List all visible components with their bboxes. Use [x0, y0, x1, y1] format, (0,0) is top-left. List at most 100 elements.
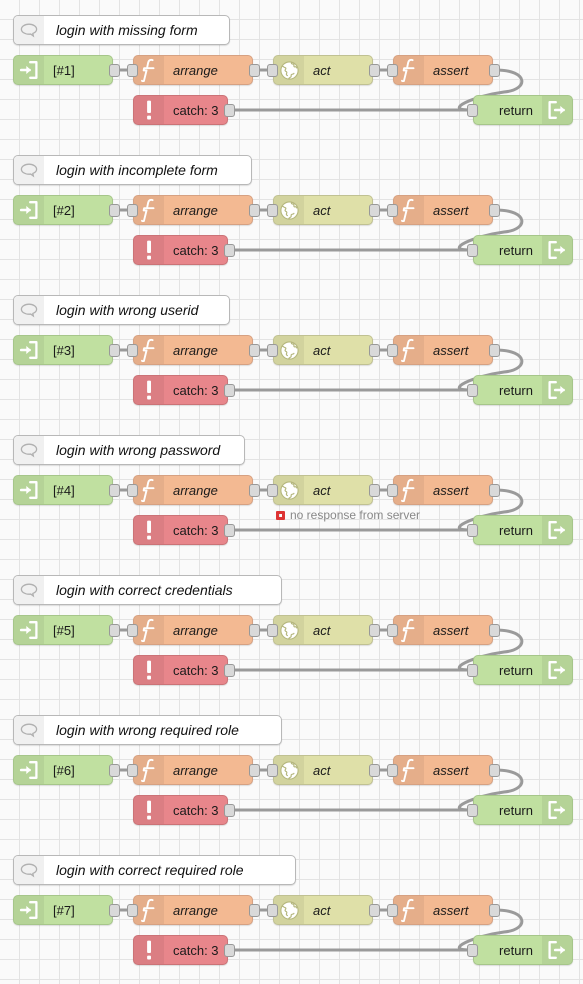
act-input-port-5[interactable] [267, 624, 278, 637]
inject-output-port-2[interactable] [109, 204, 120, 217]
comment-node-2[interactable]: login with incomplete form [13, 155, 252, 185]
act-output-port-1[interactable] [369, 64, 380, 77]
act-input-port-4[interactable] [267, 484, 278, 497]
arrange-output-port-5[interactable] [249, 624, 260, 637]
inject-output-port-3[interactable] [109, 344, 120, 357]
function-node-arrange-4[interactable]: arrange [133, 475, 253, 505]
catch-output-port-7[interactable] [224, 944, 235, 957]
inject-output-port-5[interactable] [109, 624, 120, 637]
http-request-node-act-7[interactable]: act [273, 895, 373, 925]
function-node-assert-4[interactable]: assert [393, 475, 493, 505]
http-request-node-act-5[interactable]: act [273, 615, 373, 645]
http-request-node-act-3[interactable]: act [273, 335, 373, 365]
assert-input-port-6[interactable] [387, 764, 398, 777]
http-request-node-act-1[interactable]: act [273, 55, 373, 85]
function-node-assert-7[interactable]: assert [393, 895, 493, 925]
comment-node-3[interactable]: login with wrong userid [13, 295, 230, 325]
return-input-port-4[interactable] [467, 524, 478, 537]
act-input-port-6[interactable] [267, 764, 278, 777]
assert-input-port-4[interactable] [387, 484, 398, 497]
http-request-node-act-2[interactable]: act [273, 195, 373, 225]
inject-output-port-6[interactable] [109, 764, 120, 777]
arrange-input-port-2[interactable] [127, 204, 138, 217]
assert-output-port-1[interactable] [489, 64, 500, 77]
arrange-output-port-6[interactable] [249, 764, 260, 777]
inject-output-port-4[interactable] [109, 484, 120, 497]
assert-output-port-6[interactable] [489, 764, 500, 777]
act-output-port-6[interactable] [369, 764, 380, 777]
inject-node-3[interactable]: [#3] [13, 335, 113, 365]
inject-output-port-1[interactable] [109, 64, 120, 77]
return-node-2[interactable]: return [473, 235, 573, 265]
comment-node-7[interactable]: login with correct required role [13, 855, 296, 885]
catch-output-port-6[interactable] [224, 804, 235, 817]
act-output-port-5[interactable] [369, 624, 380, 637]
assert-input-port-1[interactable] [387, 64, 398, 77]
act-input-port-3[interactable] [267, 344, 278, 357]
catch-node-4[interactable]: catch: 3 [133, 515, 228, 545]
inject-node-4[interactable]: [#4] [13, 475, 113, 505]
comment-node-5[interactable]: login with correct credentials [13, 575, 282, 605]
assert-output-port-2[interactable] [489, 204, 500, 217]
catch-node-6[interactable]: catch: 3 [133, 795, 228, 825]
function-node-assert-2[interactable]: assert [393, 195, 493, 225]
assert-input-port-2[interactable] [387, 204, 398, 217]
catch-output-port-3[interactable] [224, 384, 235, 397]
catch-output-port-2[interactable] [224, 244, 235, 257]
assert-input-port-7[interactable] [387, 904, 398, 917]
act-input-port-7[interactable] [267, 904, 278, 917]
inject-node-6[interactable]: [#6] [13, 755, 113, 785]
catch-node-2[interactable]: catch: 3 [133, 235, 228, 265]
arrange-input-port-6[interactable] [127, 764, 138, 777]
arrange-output-port-4[interactable] [249, 484, 260, 497]
act-input-port-1[interactable] [267, 64, 278, 77]
arrange-input-port-4[interactable] [127, 484, 138, 497]
http-request-node-act-4[interactable]: act [273, 475, 373, 505]
assert-output-port-3[interactable] [489, 344, 500, 357]
arrange-output-port-2[interactable] [249, 204, 260, 217]
return-node-5[interactable]: return [473, 655, 573, 685]
return-input-port-3[interactable] [467, 384, 478, 397]
catch-node-5[interactable]: catch: 3 [133, 655, 228, 685]
return-input-port-2[interactable] [467, 244, 478, 257]
function-node-arrange-2[interactable]: arrange [133, 195, 253, 225]
inject-node-2[interactable]: [#2] [13, 195, 113, 225]
arrange-input-port-5[interactable] [127, 624, 138, 637]
return-input-port-7[interactable] [467, 944, 478, 957]
function-node-assert-6[interactable]: assert [393, 755, 493, 785]
catch-node-7[interactable]: catch: 3 [133, 935, 228, 965]
assert-output-port-5[interactable] [489, 624, 500, 637]
act-output-port-7[interactable] [369, 904, 380, 917]
catch-node-1[interactable]: catch: 3 [133, 95, 228, 125]
arrange-output-port-7[interactable] [249, 904, 260, 917]
return-input-port-5[interactable] [467, 664, 478, 677]
arrange-input-port-3[interactable] [127, 344, 138, 357]
act-input-port-2[interactable] [267, 204, 278, 217]
arrange-input-port-7[interactable] [127, 904, 138, 917]
comment-node-1[interactable]: login with missing form [13, 15, 230, 45]
function-node-arrange-5[interactable]: arrange [133, 615, 253, 645]
assert-input-port-3[interactable] [387, 344, 398, 357]
arrange-output-port-1[interactable] [249, 64, 260, 77]
catch-output-port-1[interactable] [224, 104, 235, 117]
return-node-3[interactable]: return [473, 375, 573, 405]
arrange-input-port-1[interactable] [127, 64, 138, 77]
function-node-arrange-3[interactable]: arrange [133, 335, 253, 365]
function-node-assert-3[interactable]: assert [393, 335, 493, 365]
return-input-port-6[interactable] [467, 804, 478, 817]
act-output-port-4[interactable] [369, 484, 380, 497]
return-node-7[interactable]: return [473, 935, 573, 965]
function-node-assert-1[interactable]: assert [393, 55, 493, 85]
comment-node-6[interactable]: login with wrong required role [13, 715, 282, 745]
catch-output-port-4[interactable] [224, 524, 235, 537]
assert-output-port-4[interactable] [489, 484, 500, 497]
return-node-6[interactable]: return [473, 795, 573, 825]
catch-output-port-5[interactable] [224, 664, 235, 677]
act-output-port-3[interactable] [369, 344, 380, 357]
assert-output-port-7[interactable] [489, 904, 500, 917]
comment-node-4[interactable]: login with wrong password [13, 435, 245, 465]
catch-node-3[interactable]: catch: 3 [133, 375, 228, 405]
inject-node-7[interactable]: [#7] [13, 895, 113, 925]
inject-node-1[interactable]: [#1] [13, 55, 113, 85]
function-node-arrange-7[interactable]: arrange [133, 895, 253, 925]
